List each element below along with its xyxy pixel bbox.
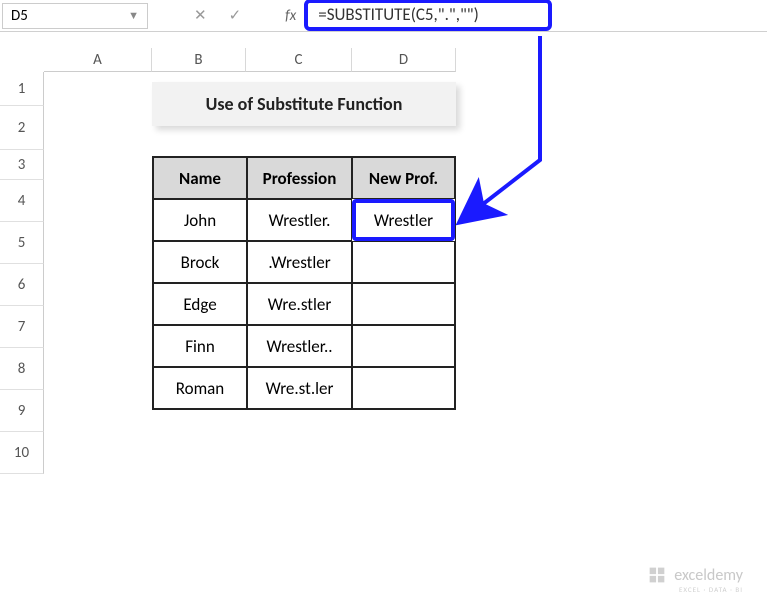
chevron-down-icon[interactable]: ▼ <box>128 9 139 22</box>
cell-prof[interactable]: Wrestler. <box>247 199 352 241</box>
column-headers: A B C D <box>44 48 767 72</box>
cancel-icon[interactable]: ✕ <box>194 6 207 25</box>
row-header-4[interactable]: 4 <box>0 180 44 222</box>
th-new-prof[interactable]: New Prof. <box>352 157 455 199</box>
row-header-10[interactable]: 10 <box>0 432 44 474</box>
formula-input[interactable] <box>304 0 552 31</box>
cell-name[interactable]: Brock <box>153 241 247 283</box>
row-header-6[interactable]: 6 <box>0 264 44 306</box>
row-header-2[interactable]: 2 <box>0 106 44 150</box>
watermark-brand: exceldemy <box>674 566 743 585</box>
page-title: Use of Substitute Function <box>152 82 456 126</box>
row-header-9[interactable]: 9 <box>0 390 44 432</box>
col-header-B[interactable]: B <box>152 48 246 72</box>
cell-name[interactable]: Roman <box>153 367 247 409</box>
row-header-5[interactable]: 5 <box>0 222 44 264</box>
cell-new-prof[interactable] <box>352 241 455 283</box>
data-table: Name Profession New Prof. John Wrestler.… <box>152 156 456 410</box>
cell-new-prof[interactable] <box>352 367 455 409</box>
col-header-C[interactable]: C <box>246 48 352 72</box>
row-header-7[interactable]: 7 <box>0 306 44 348</box>
table-row: Roman Wre.st.ler <box>153 367 455 409</box>
cell-new-prof[interactable] <box>352 325 455 367</box>
formula-bar-icons: ✕ ✓ fx <box>194 6 304 25</box>
cell-prof[interactable]: .Wrestler <box>247 241 352 283</box>
table-row: Finn Wrestler.. <box>153 325 455 367</box>
formula-bar-row: D5 ▼ ✕ ✓ fx <box>0 0 767 32</box>
cell-name[interactable]: Edge <box>153 283 247 325</box>
fx-icon[interactable]: fx <box>285 7 296 25</box>
cell-new-prof-active[interactable]: Wrestler <box>352 199 455 241</box>
table-header-row: Name Profession New Prof. <box>153 157 455 199</box>
col-header-A[interactable]: A <box>44 48 152 72</box>
watermark-icon <box>646 564 668 586</box>
cell-prof[interactable]: Wre.stler <box>247 283 352 325</box>
name-box[interactable]: D5 ▼ <box>2 3 148 29</box>
table-row: Edge Wre.stler <box>153 283 455 325</box>
table-row: Brock .Wrestler <box>153 241 455 283</box>
row-header-3[interactable]: 3 <box>0 150 44 180</box>
th-profession[interactable]: Profession <box>247 157 352 199</box>
row-header-1[interactable]: 1 <box>0 72 44 106</box>
th-name[interactable]: Name <box>153 157 247 199</box>
row-header-8[interactable]: 8 <box>0 348 44 390</box>
table-row: John Wrestler. Wrestler <box>153 199 455 241</box>
watermark: exceldemy EXCEL · DATA · BI <box>646 564 743 586</box>
cell-new-prof[interactable] <box>352 283 455 325</box>
cell-name[interactable]: Finn <box>153 325 247 367</box>
col-header-D[interactable]: D <box>352 48 456 72</box>
enter-icon[interactable]: ✓ <box>229 6 242 25</box>
cell-prof[interactable]: Wre.st.ler <box>247 367 352 409</box>
cell-name[interactable]: John <box>153 199 247 241</box>
spreadsheet-grid: A B C D 1 2 3 4 5 6 7 8 9 10 Use of Subs… <box>0 48 767 474</box>
watermark-tagline: EXCEL · DATA · BI <box>679 585 743 594</box>
name-box-value: D5 <box>11 7 28 25</box>
cell-prof[interactable]: Wrestler.. <box>247 325 352 367</box>
